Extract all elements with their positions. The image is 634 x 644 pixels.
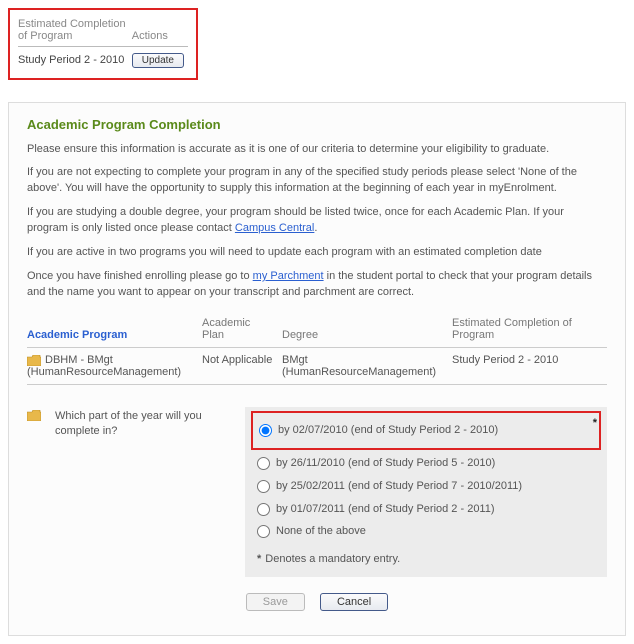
estimated-completion-summary: Estimated Completion of Program Actions … [8,8,198,80]
intro-paragraph-1: Please ensure this information is accura… [27,142,607,158]
th-academic-plan: Academic Plan [202,315,282,348]
academic-program-table: Academic Program Academic Plan Degree Es… [27,315,607,385]
folder-icon [27,355,41,366]
intro-paragraph-4: If you are active in two programs you wi… [27,245,607,261]
cancel-button[interactable]: Cancel [320,593,388,611]
cell-completion: Study Period 2 - 2010 [452,348,607,385]
option-sp2-2011[interactable]: by 01/07/2011 (end of Study Period 2 - 2… [257,498,595,521]
radio-none[interactable] [257,525,270,538]
cell-degree: BMgt (HumanResourceManagement) [282,348,452,385]
panel-title: Academic Program Completion [27,117,607,132]
radio-sp7-2010-2011[interactable] [257,480,270,493]
th-academic-program: Academic Program [27,315,202,348]
intro-paragraph-2: If you are not expecting to complete you… [27,165,607,197]
table-row: DBHM - BMgt (HumanResourceManagement) No… [27,348,607,385]
radio-sp2-2011[interactable] [257,503,270,516]
my-parchment-link[interactable]: my Parchment [253,270,324,282]
intro-paragraph-5: Once you have finished enrolling please … [27,269,607,301]
cell-program: DBHM - BMgt (HumanResourceManagement) [27,354,181,378]
completion-options-group: * by 02/07/2010 (end of Study Period 2 -… [245,407,607,577]
option-sp7-2010-2011[interactable]: by 25/02/2011 (end of Study Period 7 - 2… [257,475,595,498]
radio-sp2-2010[interactable] [259,424,272,437]
update-button[interactable]: Update [132,53,184,68]
academic-program-completion-panel: Academic Program Completion Please ensur… [8,102,626,637]
th-estimated-completion: Estimated Completion of Program [452,315,607,348]
th-degree: Degree [282,315,452,348]
option-sp5-2010[interactable]: by 26/11/2010 (end of Study Period 5 - 2… [257,452,595,475]
save-button: Save [246,593,305,611]
estimated-completion-value: Study Period 2 - 2010 [18,48,132,68]
mandatory-note: *Denotes a mandatory entry. [257,553,595,565]
completion-question: Which part of the year will you complete… [27,407,607,577]
radio-sp5-2010[interactable] [257,457,270,470]
col-actions-label: Actions [132,16,188,47]
option-sp2-2010[interactable]: by 02/07/2010 (end of Study Period 2 - 2… [259,419,593,442]
campus-central-link[interactable]: Campus Central [235,222,314,234]
action-buttons: Save Cancel [27,593,607,611]
cell-plan: Not Applicable [202,348,282,385]
question-label: Which part of the year will you complete… [55,407,235,440]
intro-paragraph-3: If you are studying a double degree, you… [27,205,607,237]
folder-icon [27,410,41,421]
option-none[interactable]: None of the above [257,520,595,543]
col-estimated-completion-label: Estimated Completion of Program [18,16,132,47]
mandatory-star-icon: * [593,417,597,429]
